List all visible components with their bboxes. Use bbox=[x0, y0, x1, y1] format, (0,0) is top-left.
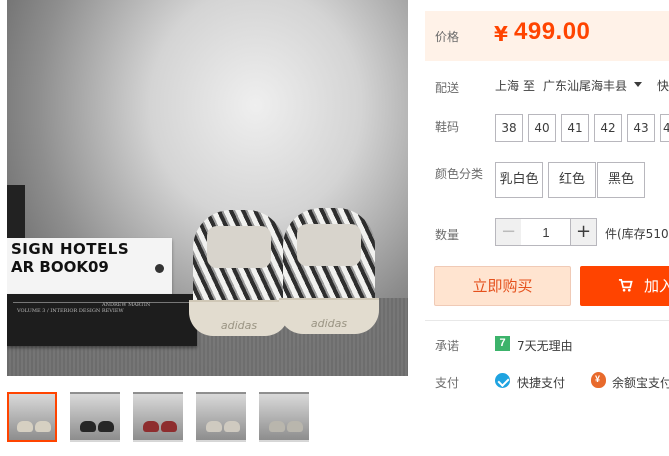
thumbnail-shoe bbox=[224, 421, 240, 432]
add-to-cart-label: 加入 bbox=[644, 277, 669, 295]
quantity-input[interactable] bbox=[521, 218, 571, 246]
color-option[interactable]: 黑色 bbox=[597, 162, 645, 198]
color-option[interactable]: 乳白色 bbox=[495, 162, 543, 198]
thumbnail-shoe bbox=[269, 421, 285, 432]
seven-day-return-icon: 7 bbox=[495, 336, 510, 351]
thumbnail-1[interactable] bbox=[7, 392, 57, 442]
quick-pay-icon bbox=[495, 373, 510, 388]
stock-text: 件(库存510 bbox=[605, 227, 669, 241]
thumbnail-shoe bbox=[287, 421, 303, 432]
size-option[interactable]: 40 bbox=[528, 114, 556, 142]
price-value: 499.00 bbox=[514, 18, 591, 45]
thumbnail-shoe bbox=[80, 421, 96, 432]
thumbnail-shoe bbox=[98, 421, 114, 432]
promise-text[interactable]: 7天无理由 bbox=[517, 337, 573, 354]
ship-to-word: 至 bbox=[523, 79, 536, 93]
express-label: 快 bbox=[657, 79, 669, 93]
currency-symbol: ¥ bbox=[494, 22, 508, 46]
book-dot bbox=[155, 264, 164, 273]
shoe-left: adidas bbox=[189, 210, 289, 336]
thumbnail-3[interactable] bbox=[133, 392, 183, 442]
size-label: 鞋码 bbox=[435, 120, 460, 134]
book-dark: ANDREW MARTIN VOLUME 3 / INTERIOR DESIGN… bbox=[7, 294, 197, 346]
thumbnail-shoe bbox=[35, 421, 51, 432]
ship-from: 上海 bbox=[495, 79, 520, 93]
thumbnail-shoe bbox=[161, 421, 177, 432]
buy-now-button[interactable]: 立即购买 bbox=[434, 266, 571, 306]
book-spine bbox=[7, 185, 25, 245]
divider bbox=[425, 320, 669, 321]
yuebao-icon bbox=[591, 372, 606, 388]
book-title-line1: SIGN HOTELS bbox=[11, 240, 130, 258]
book-white: SIGN HOTELS AR BOOK09 bbox=[7, 238, 172, 294]
delivery-label: 配送 bbox=[435, 81, 460, 95]
add-to-cart-button[interactable]: 加入 bbox=[580, 266, 669, 306]
shoe-logo: adidas bbox=[310, 317, 348, 330]
thumbnail-2[interactable] bbox=[70, 392, 120, 442]
thumbnail-shoe bbox=[143, 421, 159, 432]
size-option[interactable]: 42 bbox=[594, 114, 622, 142]
destination-select[interactable]: 广东汕尾海丰县 bbox=[543, 77, 627, 94]
quantity-decrease-button[interactable]: − bbox=[495, 218, 522, 246]
shoe-sole: adidas bbox=[189, 300, 289, 336]
quantity-increase-button[interactable]: + bbox=[570, 218, 597, 246]
color-label: 颜色分类 bbox=[435, 167, 484, 181]
thumbnail-4[interactable] bbox=[196, 392, 246, 442]
quantity-label: 数量 bbox=[435, 228, 460, 242]
shoe-heel bbox=[297, 224, 361, 266]
main-product-image[interactable]: SIGN HOTELS AR BOOK09 ANDREW MARTIN VOLU… bbox=[7, 0, 408, 376]
price-label: 价格 bbox=[435, 30, 460, 44]
thumbnail-5[interactable] bbox=[259, 392, 309, 442]
size-option[interactable]: 43 bbox=[627, 114, 655, 142]
chevron-down-icon[interactable] bbox=[634, 82, 642, 87]
size-option[interactable]: 41 bbox=[561, 114, 589, 142]
shoe-logo: adidas bbox=[220, 319, 258, 332]
shoe-right: adidas bbox=[279, 208, 379, 334]
yuebao-pay-text[interactable]: 余额宝支付 bbox=[612, 374, 669, 391]
book-title-line2: AR BOOK09 bbox=[11, 258, 109, 276]
size-option[interactable]: 4 bbox=[660, 114, 669, 142]
quick-pay-text[interactable]: 快捷支付 bbox=[517, 374, 565, 391]
payment-label: 支付 bbox=[435, 376, 460, 390]
shoe-heel bbox=[207, 226, 271, 268]
color-option[interactable]: 红色 bbox=[548, 162, 596, 198]
cart-icon bbox=[618, 279, 633, 292]
size-option[interactable]: 38 bbox=[495, 114, 523, 142]
promise-label: 承诺 bbox=[435, 339, 460, 353]
thumbnail-shoe bbox=[206, 421, 222, 432]
book-spine-text-left: VOLUME 3 / INTERIOR DESIGN REVIEW bbox=[17, 308, 124, 314]
shoe-sole: adidas bbox=[279, 298, 379, 334]
thumbnail-shoe bbox=[17, 421, 33, 432]
